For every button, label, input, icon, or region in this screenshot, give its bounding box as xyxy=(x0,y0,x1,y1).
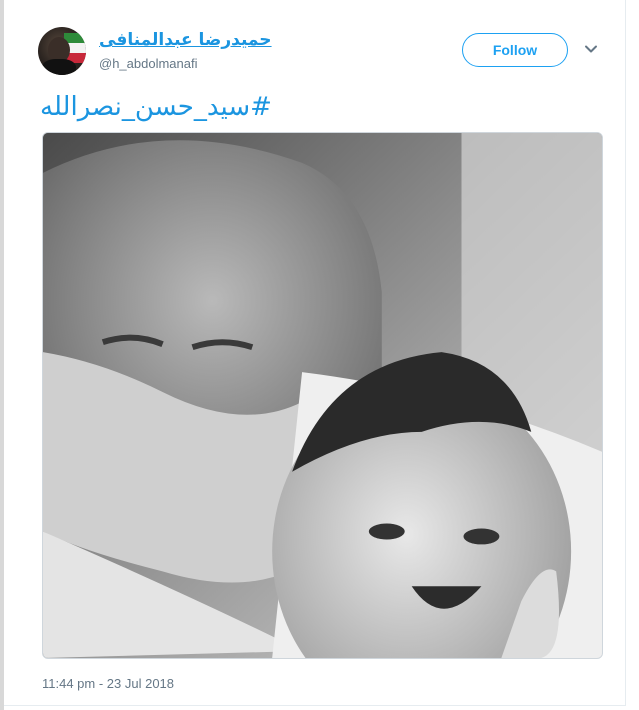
tweet-photo[interactable] xyxy=(42,132,603,659)
photo-illustration xyxy=(43,133,602,658)
chevron-down-icon[interactable] xyxy=(584,42,598,56)
hashtag-link[interactable]: #سید_حسن_نصرالله xyxy=(40,92,272,122)
avatar-body xyxy=(42,59,76,75)
avatar[interactable] xyxy=(38,27,86,75)
display-name-link[interactable]: حمیدرضا عبدالمنافی xyxy=(99,30,272,50)
tweet-timestamp[interactable]: 11:44 pm - 23 Jul 2018 xyxy=(42,676,174,691)
tweet-window: حمیدرضا عبدالمنافی @h_abdolmanafi Follow… xyxy=(0,0,639,710)
follow-button[interactable]: Follow xyxy=(462,33,568,67)
user-handle[interactable]: @h_abdolmanafi xyxy=(99,56,197,71)
